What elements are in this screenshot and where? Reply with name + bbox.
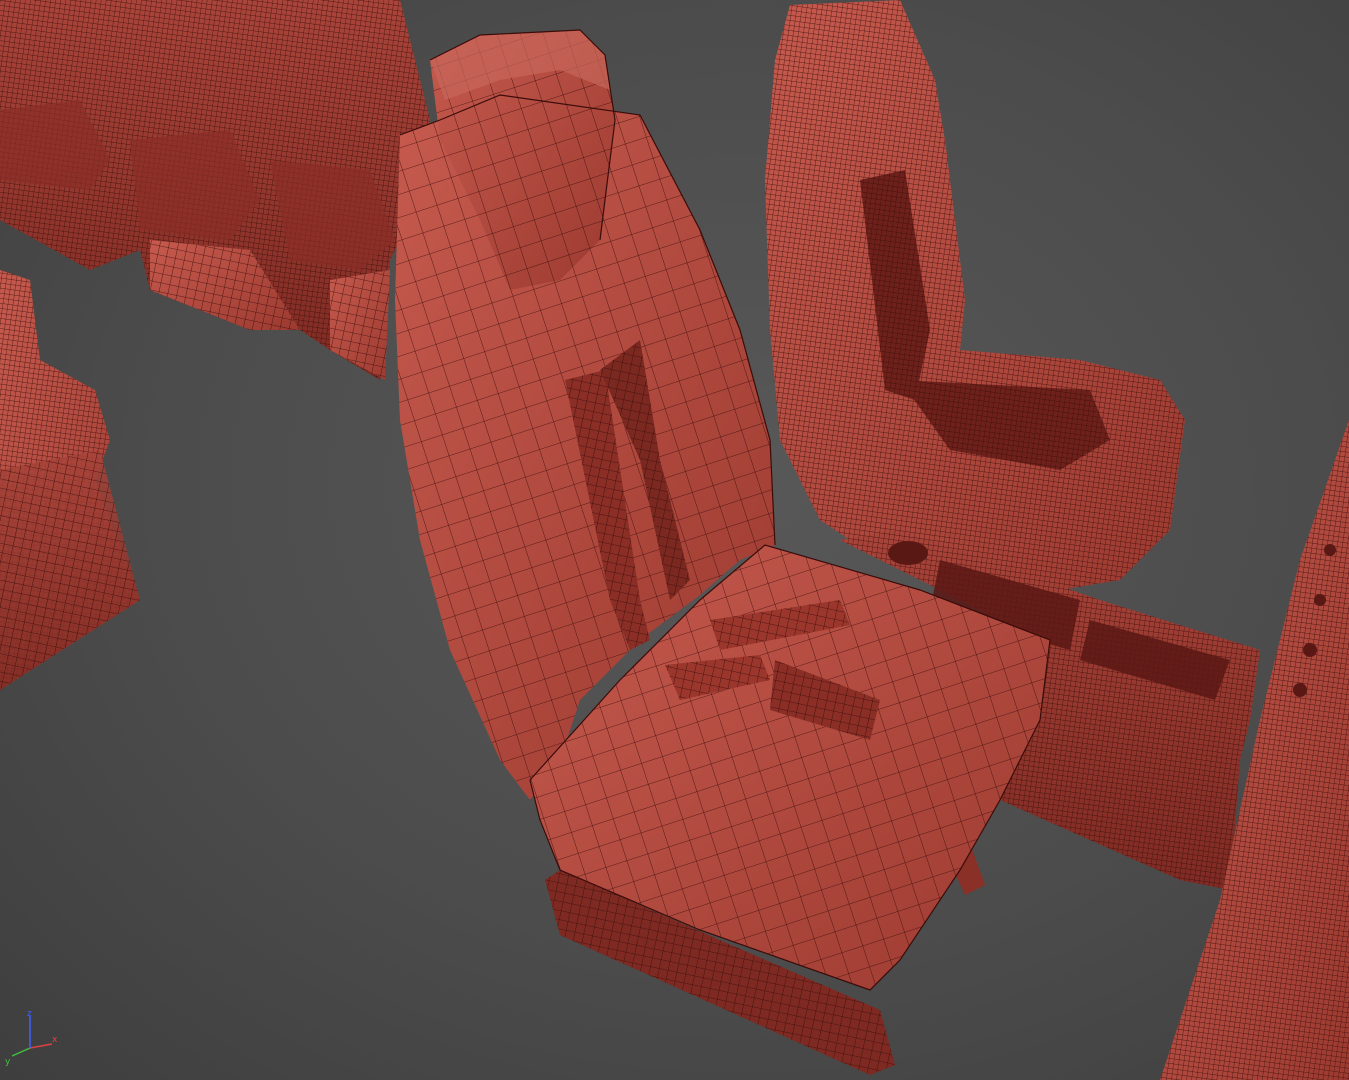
back-row-seats[interactable] — [0, 0, 430, 380]
axis-gizmo: x y z — [5, 1009, 58, 1067]
rear-right-seat[interactable] — [765, 0, 1185, 590]
axis-z-label: z — [27, 1009, 32, 1019]
axis-y-label: y — [5, 1057, 11, 1067]
scene-render — [0, 0, 1349, 1080]
left-partial-seat[interactable] — [0, 270, 140, 690]
3d-viewport[interactable]: x y z — [0, 0, 1349, 1080]
axis-x-label: x — [52, 1035, 58, 1045]
